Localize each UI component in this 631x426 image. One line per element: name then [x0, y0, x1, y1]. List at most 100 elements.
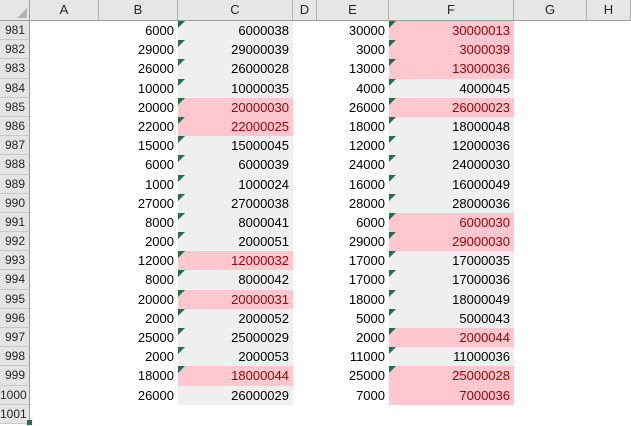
row-header[interactable]: 999 — [0, 366, 30, 386]
row-header[interactable]: 990 — [0, 193, 30, 213]
cell-B[interactable]: 27000 — [99, 194, 178, 213]
cell-A[interactable] — [30, 155, 99, 174]
row-header[interactable]: 983 — [0, 59, 30, 79]
cell-F[interactable]: 17000035 — [389, 251, 514, 271]
cell-E[interactable] — [317, 405, 389, 424]
cell-D[interactable] — [293, 155, 317, 174]
cell-C[interactable]: 26000028 — [178, 59, 293, 79]
cell-A[interactable] — [30, 386, 99, 405]
cell-F[interactable]: 13000036 — [389, 59, 514, 79]
cell-C[interactable]: 2000051 — [178, 232, 293, 252]
cell-F[interactable]: 25000028 — [389, 366, 514, 386]
cell-A[interactable] — [30, 290, 99, 309]
cell-C[interactable]: 20000031 — [178, 289, 293, 309]
cell-B[interactable]: 8000 — [99, 270, 178, 289]
cell-D[interactable] — [293, 309, 317, 328]
cell-G[interactable] — [514, 59, 587, 78]
row-header[interactable]: 1001 — [0, 404, 30, 424]
column-header-F[interactable]: F — [389, 0, 514, 21]
cell-B[interactable]: 6000 — [99, 155, 178, 174]
cell-H[interactable] — [587, 251, 631, 270]
cell-H[interactable] — [587, 213, 631, 232]
cell-D[interactable] — [293, 194, 317, 213]
cell-H[interactable] — [587, 270, 631, 289]
cell-D[interactable] — [293, 328, 317, 347]
column-header-A[interactable]: A — [30, 0, 99, 21]
cell-A[interactable] — [30, 232, 99, 251]
row-header[interactable]: 995 — [0, 289, 30, 309]
cell-D[interactable] — [293, 366, 317, 385]
cell-D[interactable] — [293, 79, 317, 98]
cell-E[interactable]: 7000 — [317, 386, 389, 405]
cell-A[interactable] — [30, 79, 99, 98]
cell-H[interactable] — [587, 328, 631, 347]
cell-C[interactable]: 20000030 — [178, 97, 293, 117]
cell-H[interactable] — [587, 117, 631, 136]
cell-F[interactable] — [389, 405, 514, 424]
row-header[interactable]: 987 — [0, 136, 30, 156]
cell-D[interactable] — [293, 270, 317, 289]
row-header[interactable]: 989 — [0, 174, 30, 194]
column-header-E[interactable]: E — [317, 0, 389, 21]
cell-F[interactable]: 18000049 — [389, 289, 514, 309]
cell-C[interactable]: 18000044 — [178, 366, 293, 386]
cell-B[interactable]: 10000 — [99, 79, 178, 98]
cell-D[interactable] — [293, 290, 317, 309]
cell-G[interactable] — [514, 251, 587, 270]
row-header[interactable]: 993 — [0, 251, 30, 271]
cell-H[interactable] — [587, 405, 631, 424]
cell-C[interactable]: 26000029 — [178, 385, 293, 405]
cell-C[interactable]: 2000053 — [178, 347, 293, 367]
cell-D[interactable] — [293, 175, 317, 194]
cell-E[interactable]: 25000 — [317, 366, 389, 385]
row-header[interactable]: 981 — [0, 21, 30, 41]
cell-F[interactable]: 6000030 — [389, 212, 514, 233]
cell-D[interactable] — [293, 232, 317, 251]
cell-A[interactable] — [30, 366, 99, 385]
row-header[interactable]: 982 — [0, 40, 30, 60]
cell-C[interactable]: 25000029 — [178, 328, 293, 348]
cell-D[interactable] — [293, 98, 317, 117]
cell-C[interactable] — [178, 405, 293, 424]
cell-G[interactable] — [514, 79, 587, 98]
cell-F[interactable]: 16000049 — [389, 174, 514, 194]
cell-G[interactable] — [514, 386, 587, 405]
cell-E[interactable]: 5000 — [317, 309, 389, 328]
cell-B[interactable]: 1000 — [99, 175, 178, 194]
cell-H[interactable] — [587, 232, 631, 251]
cell-A[interactable] — [30, 40, 99, 59]
row-header[interactable]: 994 — [0, 270, 30, 290]
cell-G[interactable] — [514, 155, 587, 174]
cell-B[interactable]: 20000 — [99, 98, 178, 117]
cell-F[interactable]: 2000044 — [389, 328, 514, 348]
cell-C[interactable]: 12000032 — [178, 251, 293, 271]
column-header-C[interactable]: C — [178, 0, 293, 21]
cell-B[interactable] — [99, 405, 178, 424]
row-header[interactable]: 992 — [0, 232, 30, 252]
cell-B[interactable]: 25000 — [99, 328, 178, 347]
cell-G[interactable] — [514, 21, 587, 40]
cell-G[interactable] — [514, 290, 587, 309]
cell-H[interactable] — [587, 98, 631, 117]
cell-F[interactable]: 26000023 — [389, 97, 514, 117]
cell-F[interactable]: 11000036 — [389, 347, 514, 367]
cell-C[interactable]: 15000045 — [178, 136, 293, 156]
cell-B[interactable]: 22000 — [99, 117, 178, 136]
cell-F[interactable]: 17000036 — [389, 270, 514, 290]
column-header-G[interactable]: G — [514, 0, 587, 21]
select-all-button[interactable] — [0, 0, 30, 21]
cell-H[interactable] — [587, 386, 631, 405]
cell-C[interactable]: 10000035 — [178, 78, 293, 98]
cell-B[interactable]: 26000 — [99, 59, 178, 78]
row-header[interactable]: 996 — [0, 308, 30, 328]
cell-E[interactable]: 2000 — [317, 328, 389, 347]
cell-G[interactable] — [514, 366, 587, 385]
cell-D[interactable] — [293, 213, 317, 232]
cell-E[interactable]: 11000 — [317, 347, 389, 366]
cell-A[interactable] — [30, 309, 99, 328]
cell-E[interactable]: 17000 — [317, 251, 389, 270]
cell-A[interactable] — [30, 194, 99, 213]
cell-A[interactable] — [30, 136, 99, 155]
cell-H[interactable] — [587, 347, 631, 366]
cell-H[interactable] — [587, 79, 631, 98]
